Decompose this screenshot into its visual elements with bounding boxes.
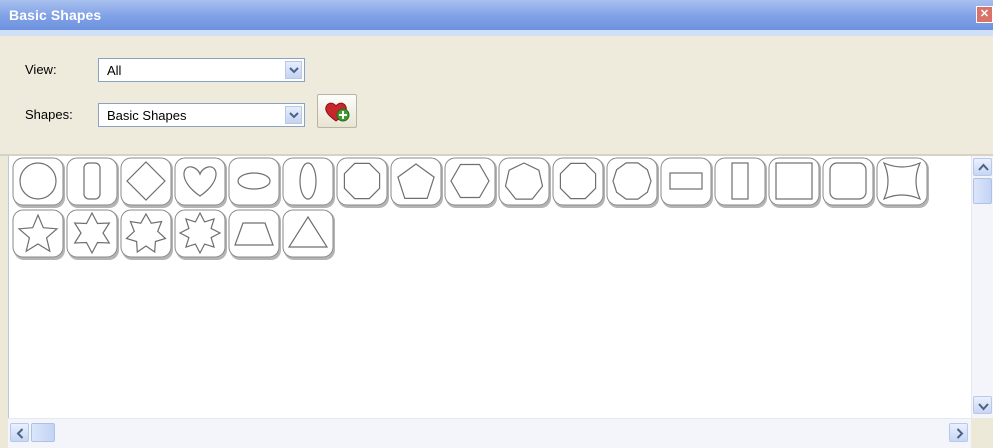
vertical-scrollbar[interactable] (971, 156, 993, 418)
vertical-scroll-thumb[interactable] (973, 178, 992, 204)
window-title: Basic Shapes (9, 7, 102, 23)
chevron-up-icon (978, 163, 989, 171)
view-select-value: All (107, 63, 122, 78)
horizontal-scrollbar[interactable] (8, 418, 971, 448)
scrollbar-corner (971, 418, 993, 448)
shapes-gallery (8, 156, 972, 418)
shape-tile-decagon[interactable] (606, 157, 659, 208)
chevron-down-icon[interactable] (285, 61, 302, 79)
scroll-left-button[interactable] (10, 423, 29, 442)
shapes-gallery-svg (12, 157, 929, 260)
shape-tile-rounded-rectangle-vertical[interactable] (66, 157, 119, 208)
shape-tile-heptagon[interactable] (498, 157, 551, 208)
shape-tile-triangle[interactable] (282, 209, 335, 260)
chevron-down-icon[interactable] (285, 106, 302, 124)
shapes-label: Shapes: (25, 107, 73, 122)
shape-tile-pentagon[interactable] (390, 157, 443, 208)
basic-shapes-window: Basic Shapes ✕ View: All Shapes: Basic S… (0, 0, 993, 448)
horizontal-scroll-thumb[interactable] (31, 423, 55, 442)
shape-tile-trapezoid[interactable] (228, 209, 281, 260)
close-icon: ✕ (979, 8, 990, 20)
shape-tile-ellipse-vertical[interactable] (282, 157, 335, 208)
shape-tile-heart[interactable] (174, 157, 227, 208)
chevron-left-icon (16, 428, 24, 439)
shape-tile-star-8[interactable] (174, 209, 227, 260)
shape-tile-hexagon[interactable] (444, 157, 497, 208)
shape-tile-ellipse-horizontal[interactable] (228, 157, 281, 208)
shape-tile-diamond[interactable] (120, 157, 173, 208)
shape-tile-star-7[interactable] (120, 209, 173, 260)
heart-plus-icon (325, 102, 350, 122)
add-favorite-button[interactable] (317, 94, 357, 128)
shape-tile-square[interactable] (768, 157, 821, 208)
shape-tile-octagon[interactable] (336, 157, 389, 208)
close-button[interactable]: ✕ (976, 6, 993, 23)
view-select[interactable]: All (98, 58, 305, 82)
view-label: View: (25, 62, 57, 77)
shape-tile-star-6[interactable] (66, 209, 119, 260)
shape-tile-rectangle-horizontal[interactable] (660, 157, 713, 208)
chevron-down-icon (978, 403, 989, 411)
filter-panel: View: All Shapes: Basic Shapes (0, 36, 993, 154)
shapes-select-value: Basic Shapes (107, 108, 187, 123)
chevron-right-icon (956, 428, 964, 439)
shapes-select[interactable]: Basic Shapes (98, 103, 305, 127)
scroll-down-button[interactable] (973, 396, 992, 414)
scroll-up-button[interactable] (973, 158, 992, 176)
scroll-right-button[interactable] (949, 423, 968, 442)
left-border (0, 156, 8, 448)
shape-tile-rectangle-vertical[interactable] (714, 157, 767, 208)
title-bar[interactable]: Basic Shapes ✕ (0, 0, 993, 30)
shape-tile-circle[interactable] (12, 157, 65, 208)
shape-tile-rounded-square[interactable] (822, 157, 875, 208)
shape-tile-octagon-2[interactable] (552, 157, 605, 208)
shape-tile-concave-square[interactable] (876, 157, 929, 208)
shape-tile-star-5[interactable] (12, 209, 65, 260)
